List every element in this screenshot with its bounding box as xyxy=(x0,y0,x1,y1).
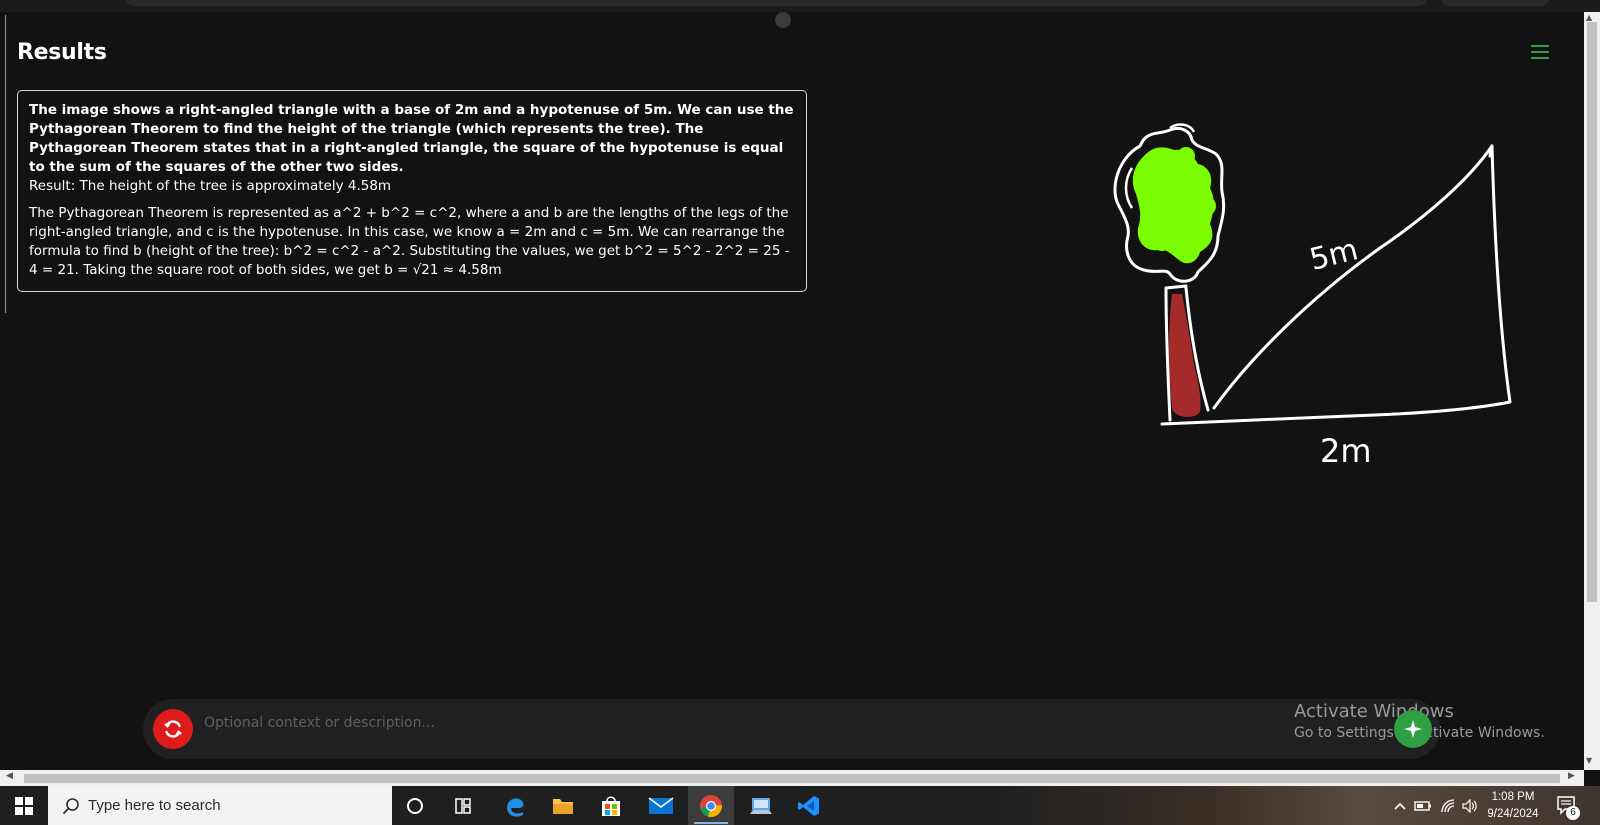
context-input[interactable] xyxy=(202,711,1086,735)
file-explorer-icon[interactable] xyxy=(540,786,586,825)
active-app-indicator xyxy=(694,822,728,824)
scroll-up-icon[interactable]: ▲ xyxy=(1586,13,1592,22)
refresh-icon xyxy=(164,720,182,738)
vscode-icon[interactable] xyxy=(786,786,832,825)
search-icon xyxy=(62,798,79,815)
windows-logo-icon xyxy=(15,796,33,815)
mail-icon[interactable] xyxy=(638,786,684,825)
scroll-down-icon[interactable]: ▼ xyxy=(1586,756,1592,765)
battery-icon[interactable] xyxy=(1414,786,1432,825)
drag-handle[interactable] xyxy=(775,12,791,28)
wifi-icon[interactable] xyxy=(1440,786,1458,825)
clock-date: 9/24/2024 xyxy=(1487,808,1539,820)
search-placeholder: Type here to search xyxy=(88,797,221,814)
edge-icon[interactable] xyxy=(492,786,538,825)
task-view-icon[interactable] xyxy=(440,786,486,825)
sparkle-icon xyxy=(1404,720,1422,738)
explanation-text: The Pythagorean Theorem is represented a… xyxy=(29,205,790,278)
triangle xyxy=(1160,144,1512,426)
notification-count-badge: 6 xyxy=(1566,806,1580,820)
chrome-icon[interactable] xyxy=(688,786,734,825)
left-divider xyxy=(5,15,6,313)
toolbar-edge xyxy=(1440,0,1550,6)
scroll-left-icon[interactable]: ◀ xyxy=(6,771,13,781)
start-button[interactable] xyxy=(0,786,48,825)
hamburger-menu-icon[interactable] xyxy=(1528,42,1552,62)
show-hidden-icons[interactable] xyxy=(1394,786,1406,825)
result-card: The image shows a right-angled triangle … xyxy=(17,90,807,292)
volume-icon[interactable] xyxy=(1462,786,1478,825)
clock-time: 1:08 PM xyxy=(1491,791,1535,803)
cortana-icon[interactable] xyxy=(392,786,438,825)
taskbar-search[interactable]: Type here to search xyxy=(48,786,392,825)
send-button[interactable] xyxy=(1394,710,1432,748)
microsoft-store-icon[interactable] xyxy=(588,786,634,825)
result-line: Result: The height of the tree is approx… xyxy=(29,178,392,194)
analysis-text: The image shows a right-angled triangle … xyxy=(29,102,794,175)
hypotenuse-label: 5m xyxy=(1306,232,1361,278)
address-bar-edge xyxy=(124,0,1428,6)
base-label: 2m xyxy=(1320,432,1372,470)
reset-button[interactable] xyxy=(153,709,193,749)
canvas-drawing[interactable]: 5m 2m xyxy=(1110,118,1550,478)
vertical-scroll-thumb[interactable] xyxy=(1587,22,1597,602)
results-title: Results xyxy=(17,40,107,65)
system-clock[interactable]: 1:08 PM 9/24/2024 xyxy=(1478,789,1548,823)
horizontal-scroll-thumb[interactable] xyxy=(24,774,1560,783)
scroll-right-icon[interactable]: ▶ xyxy=(1568,771,1575,781)
remote-desktop-icon[interactable] xyxy=(738,786,784,825)
